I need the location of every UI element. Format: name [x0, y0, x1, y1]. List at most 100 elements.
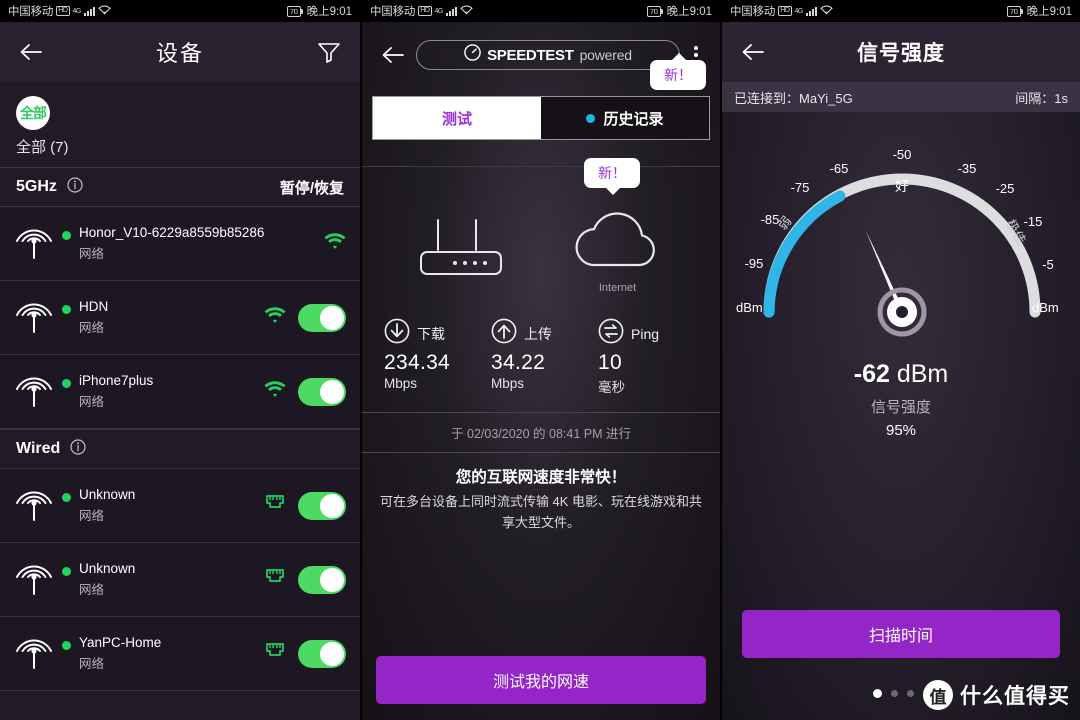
network-diagram: Internet	[362, 167, 720, 308]
devices-header: 设备	[0, 22, 360, 82]
back-arrow-icon[interactable]	[736, 35, 770, 69]
clock-label: 晚上9:01	[666, 6, 712, 18]
gauge-tick--5: -5	[1042, 257, 1054, 272]
device-toggle[interactable]	[298, 377, 346, 406]
page-title: 设备	[155, 41, 204, 66]
status-bar: 中国移动 HD 4G 70 晚上9:01	[0, 0, 360, 22]
device-toggle[interactable]	[298, 303, 346, 332]
connected-ssid-label: 已连接到：MaYi_5G	[734, 90, 853, 106]
verdict-block: 您的互联网速度非常快！ 可在多台设备上同时流式传输 4K 电影、玩在线游戏和共享…	[362, 453, 720, 533]
device-actions	[264, 377, 346, 406]
network-type-label: 4G	[794, 7, 804, 15]
verdict-title: 您的互联网速度非常快！	[455, 469, 627, 486]
pause-resume-label[interactable]: 暂停/恢复	[280, 177, 344, 198]
device-radar-icon	[14, 482, 56, 529]
device-sub: 网络	[79, 247, 105, 261]
wifi-status-icon	[460, 4, 473, 18]
device-actions	[264, 491, 346, 520]
table-row[interactable]: iPhone7plus 网络	[0, 355, 360, 429]
new-indicator-dot	[586, 113, 596, 123]
signal-dbm-value: -62	[853, 360, 890, 388]
scan-time-button[interactable]: 扫描时间	[742, 610, 1060, 658]
signal-gauge: -95 -85 -75 -65 -50 -35 -25 -15 -5 dBm d…	[722, 116, 1080, 346]
device-toggle[interactable]	[298, 491, 346, 520]
device-toggle[interactable]	[298, 565, 346, 594]
metric-header: Ping	[598, 318, 698, 349]
page-dot-2[interactable]	[890, 690, 898, 697]
scan-time-label: 扫描时间	[868, 628, 933, 645]
table-row[interactable]: HDN 网络	[0, 281, 360, 355]
status-bar-right: 70 晚上9:01	[1006, 3, 1072, 19]
device-radar-icon	[14, 368, 56, 415]
device-sub: 网络	[79, 583, 105, 597]
wifi-status-icon	[820, 4, 833, 18]
carrier-label: 中国移动	[730, 6, 776, 18]
tab-test[interactable]: 测试	[373, 97, 541, 139]
run-speedtest-label: 测试我的网速	[492, 674, 589, 691]
gauge-tick--95: -95	[745, 256, 764, 271]
page-dot-3[interactable]	[906, 690, 914, 697]
table-row[interactable]: YanPC-Home 网络	[0, 617, 360, 691]
device-info: Honor_V10-6229a8559b85286 网络	[56, 225, 324, 262]
gauge-tick--75: -75	[791, 180, 810, 195]
device-name: YanPC-Home	[79, 635, 162, 650]
table-row[interactable]: Unknown 网络	[0, 543, 360, 617]
watermark-text: 什么值得买	[960, 685, 1070, 708]
page-dot-1[interactable]	[872, 689, 882, 698]
table-row[interactable]: Unknown 网络	[0, 469, 360, 543]
filter-icon[interactable]	[312, 35, 346, 69]
hd-icon: HD	[56, 6, 70, 16]
metric-download: 下载 234.34 Mbps	[384, 318, 484, 396]
all-filter-chip[interactable]: 全部 全部 (7)	[0, 82, 360, 167]
wifi-icon	[264, 380, 286, 403]
tab-test-label: 测试	[441, 110, 472, 128]
device-name: HDN	[79, 299, 109, 314]
metric-label: 下载	[417, 325, 445, 342]
tab-history[interactable]: 历史记录	[541, 97, 709, 139]
signal-header: 信号强度	[722, 22, 1080, 82]
table-row[interactable]: Honor_V10-6229a8559b85286 网络	[0, 207, 360, 281]
internet-node: Internet	[566, 209, 670, 294]
device-name: iPhone7plus	[79, 373, 154, 388]
gauge-tick--65: -65	[830, 161, 849, 176]
metric-ping: Ping 10 毫秒	[598, 318, 698, 396]
battery-icon: 70	[646, 5, 663, 17]
info-icon[interactable]	[67, 176, 83, 198]
ping-icon	[598, 318, 624, 349]
internet-label: Internet	[598, 282, 637, 294]
status-dot	[62, 641, 71, 650]
info-icon[interactable]	[70, 438, 86, 460]
device-info: iPhone7plus 网络	[56, 373, 264, 410]
brand-suffix-label: powered	[579, 47, 633, 63]
device-info: Unknown 网络	[56, 487, 264, 524]
router-icon	[419, 219, 502, 275]
device-info: Unknown 网络	[56, 561, 264, 598]
speed-metrics: 下载 234.34 Mbps 上传 34.22 Mbps Ping 10 毫秒	[362, 308, 720, 412]
new-badge-history: 新！	[584, 158, 640, 195]
back-arrow-icon[interactable]	[376, 38, 410, 72]
status-dot	[62, 231, 71, 240]
status-bar-left: 中国移动 HD 4G	[8, 3, 111, 19]
carrier-label: 中国移动	[8, 6, 54, 18]
metric-value: 34.22	[491, 351, 546, 374]
watermark-logo: 值	[923, 680, 953, 710]
clock-label: 晚上9:01	[1026, 6, 1072, 18]
run-speedtest-button[interactable]: 测试我的网速	[376, 656, 706, 704]
device-name: Honor_V10-6229a8559b85286	[79, 225, 265, 240]
metric-value: 234.34	[384, 351, 451, 374]
back-arrow-icon[interactable]	[14, 35, 48, 69]
hd-icon: HD	[418, 6, 432, 16]
battery-icon: 70	[286, 5, 303, 17]
connection-subbar: 已连接到：MaYi_5G 间隔：1s	[722, 82, 1080, 112]
device-sub: 网络	[79, 321, 105, 335]
device-toggle[interactable]	[298, 639, 346, 668]
status-bar-left: 中国移动 HD 4G	[370, 3, 473, 19]
clock-label: 晚上9:01	[306, 6, 352, 18]
three-phone-screenshots: 中国移动 HD 4G 70 晚上9:01 设备 全部 全部 (7) 5GHz 暂…	[0, 0, 1080, 720]
section-title: Wired	[16, 440, 61, 457]
status-bar-right: 70 晚上9:01	[286, 3, 352, 19]
carrier-label: 中国移动	[370, 6, 416, 18]
download-arrow-icon	[384, 318, 410, 349]
wifi-icon	[264, 306, 286, 329]
verdict-description: 可在多台设备上同时流式传输 4K 电影、玩在线游戏和共享大型文件。	[379, 494, 703, 530]
